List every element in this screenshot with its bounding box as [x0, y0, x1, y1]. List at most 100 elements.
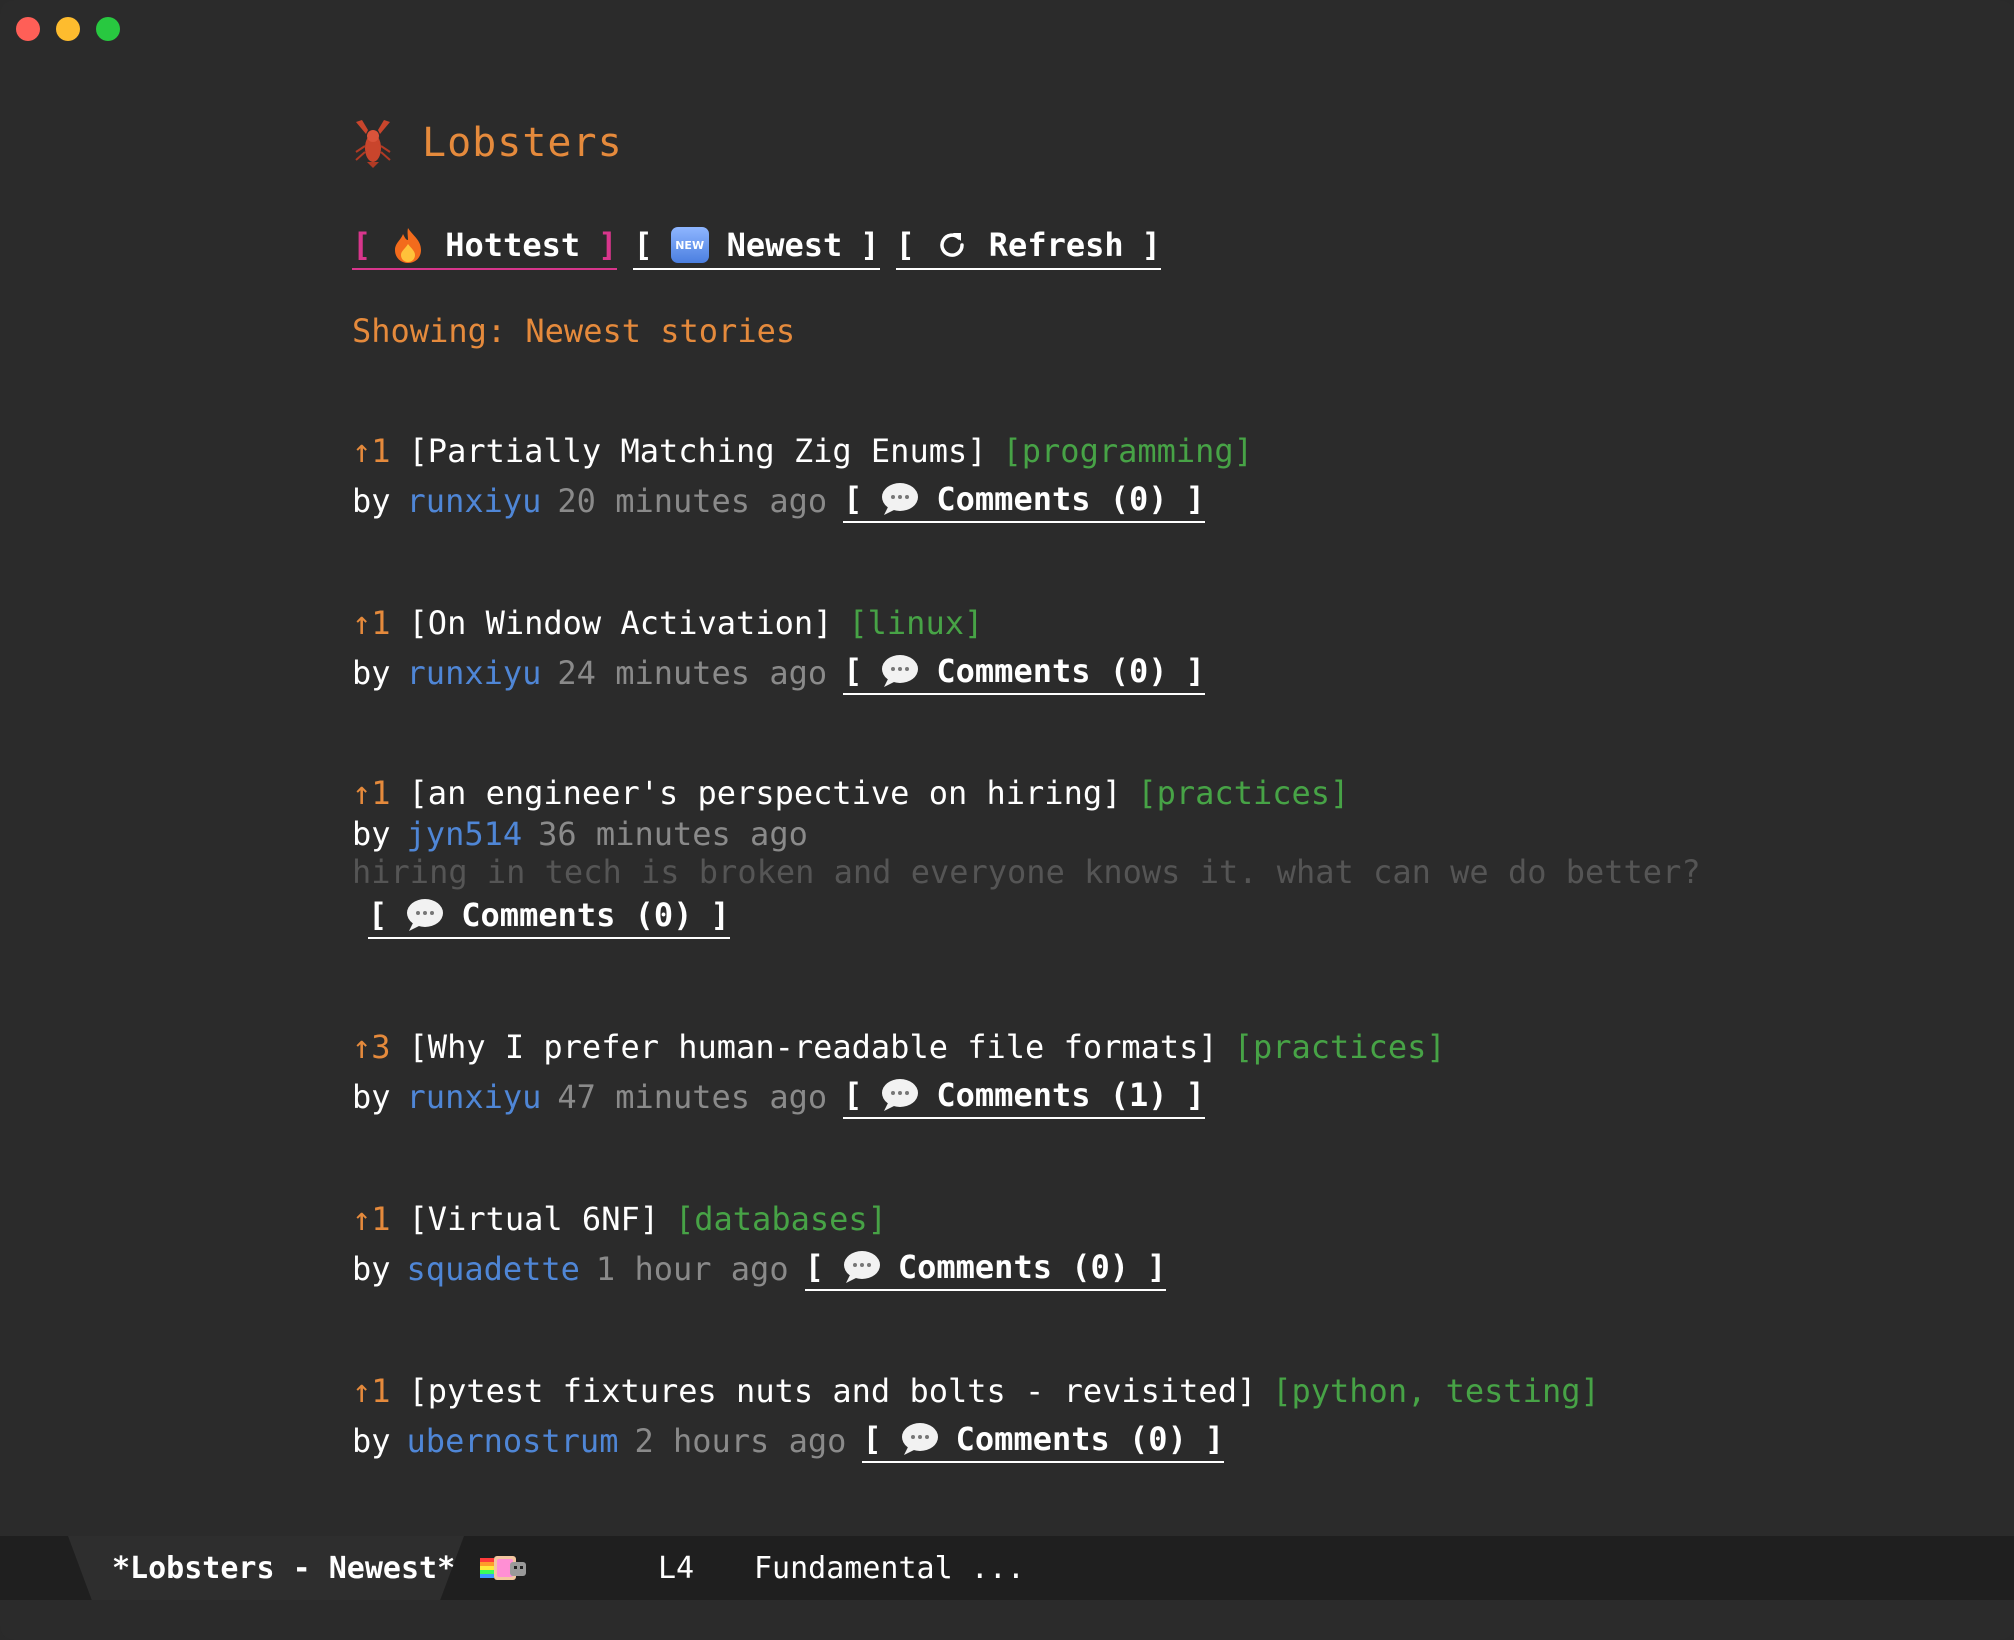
speech-bubble-icon: [880, 481, 920, 517]
bracket-close: ]: [1185, 479, 1205, 518]
story-age: 36 minutes ago: [538, 815, 808, 853]
bracket-close: ]: [1204, 1419, 1225, 1458]
bracket-open: [: [368, 895, 388, 934]
lobster-icon: [352, 118, 394, 168]
comments-button[interactable]: [ Comments (0) ]: [843, 480, 1205, 523]
story-tags[interactable]: [practices]: [1137, 774, 1349, 812]
by-label: by: [352, 1422, 391, 1460]
bracket-open: [: [352, 226, 372, 264]
bracket-close: ]: [1185, 651, 1205, 690]
maximize-window-button[interactable]: [96, 17, 120, 41]
by-label: by: [352, 1078, 391, 1116]
minimize-window-button[interactable]: [56, 17, 80, 41]
story-author[interactable]: ubernostrum: [407, 1422, 619, 1460]
speech-bubble-icon: [880, 653, 920, 689]
hottest-button[interactable]: [ Hottest ]: [352, 226, 618, 270]
story-tags[interactable]: [python, testing]: [1272, 1372, 1600, 1410]
by-label: by: [352, 482, 391, 520]
comments-button[interactable]: [ Comments (0) ]: [843, 652, 1205, 695]
story-item: ↑ 1 [Virtual 6NF] [databases] by squadet…: [352, 1194, 1167, 1294]
by-label: by: [352, 1250, 391, 1288]
bracket-open: [: [843, 479, 863, 518]
story-age: 47 minutes ago: [557, 1078, 828, 1116]
upvote-arrow-icon[interactable]: ↑: [352, 1372, 371, 1410]
line-indicator: L4: [658, 1550, 695, 1586]
comments-label: Comments (0): [936, 479, 1168, 518]
nav-bar: [ Hottest ] [ NEW Newest ] [Refresh]: [352, 226, 1177, 270]
upvote-arrow-icon[interactable]: ↑: [352, 432, 371, 470]
story-item: ↑ 1 [On Window Activation] [linux] by ru…: [352, 598, 1205, 698]
bracket-close: ]: [860, 226, 880, 264]
story-score: 1: [371, 604, 391, 642]
comments-button[interactable]: [ Comments (0) ]: [368, 896, 730, 939]
story-age: 24 minutes ago: [557, 654, 828, 692]
bracket-open: [: [633, 226, 653, 264]
by-label: by: [352, 815, 391, 853]
by-label: by: [352, 654, 391, 692]
bracket-open: [: [804, 1247, 824, 1286]
refresh-icon: [933, 226, 971, 264]
page-header: Lobsters: [352, 118, 623, 168]
story-score: 1: [371, 1200, 391, 1238]
story-title-link[interactable]: [Virtual 6NF]: [409, 1200, 659, 1238]
story-author[interactable]: squadette: [407, 1250, 580, 1288]
story-tags[interactable]: [databases]: [675, 1200, 887, 1238]
comments-button[interactable]: [ Comments (0) ]: [862, 1419, 1225, 1463]
story-item: ↑ 1 [pytest fixtures nuts and bolts - re…: [352, 1366, 1600, 1466]
bracket-open: [: [895, 226, 915, 264]
story-age: 20 minutes ago: [557, 482, 828, 520]
story-tags[interactable]: [practices]: [1234, 1028, 1446, 1066]
page-title: Lobsters: [422, 120, 623, 166]
story-author[interactable]: jyn514: [407, 815, 523, 853]
story-title-link[interactable]: [On Window Activation]: [409, 604, 833, 642]
bracket-open: [: [843, 651, 863, 690]
upvote-arrow-icon[interactable]: ↑: [352, 774, 371, 812]
comments-label: Comments (0): [461, 895, 693, 934]
fire-icon: [389, 226, 427, 264]
story-author[interactable]: runxiyu: [407, 654, 542, 692]
nyan-cat-icon: [480, 1552, 528, 1584]
upvote-arrow-icon[interactable]: ↑: [352, 604, 371, 642]
echo-area: [0, 1600, 2014, 1640]
speech-bubble-icon: [405, 897, 445, 933]
bracket-close: ]: [598, 226, 618, 264]
refresh-button[interactable]: [ Refresh ]: [895, 226, 1161, 270]
story-title-link[interactable]: [Partially Matching Zig Enums]: [409, 432, 987, 470]
story-score: 1: [371, 774, 391, 812]
upvote-arrow-icon[interactable]: ↑: [352, 1200, 371, 1238]
newest-button[interactable]: [ NEW Newest ]: [633, 226, 880, 270]
comments-label: Comments (0): [955, 1419, 1187, 1458]
story-item: ↑ 1 [an engineer's perspective on hiring…: [352, 770, 1701, 942]
upvote-arrow-icon[interactable]: ↑: [352, 1028, 371, 1066]
story-tags[interactable]: [linux]: [848, 604, 983, 642]
emacs-window: Lobsters [ Hottest ] [ NEW Newest] [Re…: [0, 0, 2014, 1640]
story-title-link[interactable]: [an engineer's perspective on hiring]: [409, 774, 1122, 812]
story-title-link[interactable]: [pytest fixtures nuts and bolts - revisi…: [409, 1372, 1257, 1410]
story-title-link[interactable]: [Why I prefer human-readable file format…: [409, 1028, 1218, 1066]
newest-label: Newest: [726, 226, 843, 264]
story-score: 1: [371, 432, 391, 470]
new-badge-text: NEW: [670, 227, 709, 263]
speech-bubble-icon: [900, 1421, 940, 1457]
major-mode[interactable]: Fundamental ...: [754, 1536, 1025, 1600]
story-item: ↑ 1 [Partially Matching Zig Enums] [prog…: [352, 426, 1253, 526]
story-age: 2 hours ago: [634, 1422, 847, 1460]
hottest-label: Hottest: [445, 226, 581, 264]
story-age: 1 hour ago: [595, 1250, 789, 1288]
showing-status: Showing: Newest stories: [352, 312, 796, 350]
refresh-label: Refresh: [988, 226, 1124, 264]
buffer-name[interactable]: *Lobsters - Newest*: [112, 1536, 455, 1600]
comments-button[interactable]: [ Comments (0) ]: [804, 1247, 1167, 1291]
story-tags[interactable]: [programming]: [1003, 432, 1253, 470]
speech-bubble-icon: [842, 1249, 882, 1285]
story-description: hiring in tech is broken and everyone kn…: [352, 853, 1701, 891]
bracket-close: ]: [1141, 226, 1161, 264]
comments-button[interactable]: [ Comments (1) ]: [843, 1076, 1205, 1119]
close-window-button[interactable]: [16, 17, 40, 41]
story-author[interactable]: runxiyu: [407, 1078, 542, 1116]
bracket-open: [: [843, 1075, 863, 1114]
mode-line: *Lobsters - Newest* L4 Fundamental ...: [0, 1536, 2014, 1600]
story-item: ↑ 3 [Why I prefer human-readable file fo…: [352, 1022, 1446, 1122]
bracket-close: ]: [1147, 1247, 1167, 1286]
story-author[interactable]: runxiyu: [407, 482, 542, 520]
